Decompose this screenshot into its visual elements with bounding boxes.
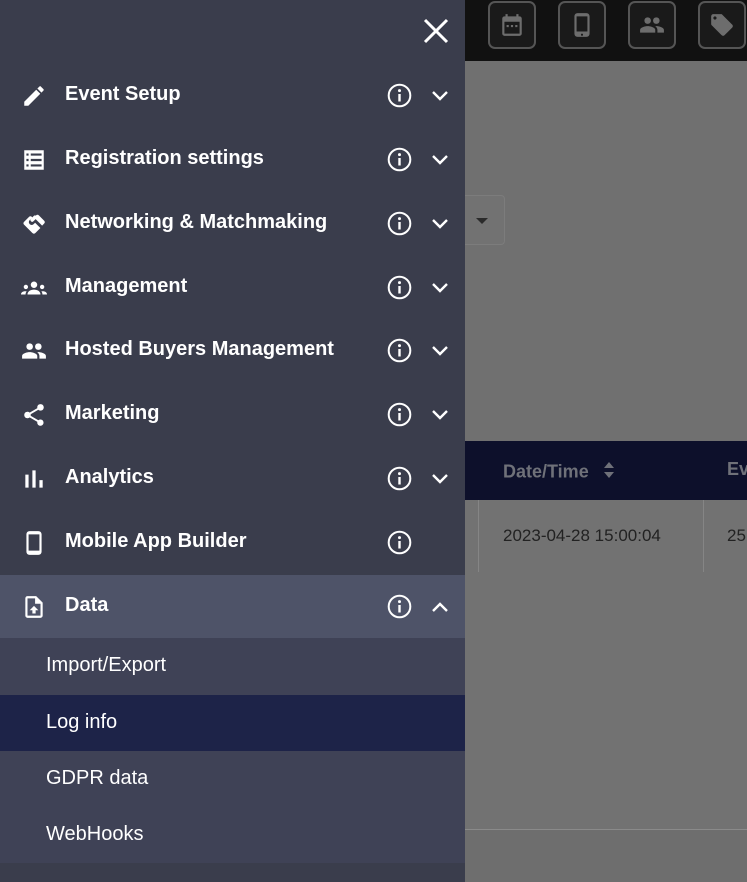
menu-item-networking-matchmaking[interactable]: Networking & Matchmaking — [0, 192, 465, 255]
submenu-item-label: WebHooks — [46, 823, 144, 845]
menu-item-label: Registration settings — [65, 147, 264, 169]
cell-datetime: 2023-04-28 15:00:04 — [503, 526, 661, 545]
menu-item-label: Marketing — [65, 402, 160, 424]
people-button[interactable] — [628, 1, 676, 49]
list-icon — [21, 147, 47, 173]
group-icon — [21, 275, 47, 301]
menu-item-data[interactable]: Data — [0, 575, 465, 638]
side-menu: Event Setup Registration settings Networ… — [0, 0, 465, 882]
menu-item-management[interactable]: Management — [0, 256, 465, 319]
tag-button[interactable] — [698, 1, 746, 49]
mobile-button[interactable] — [558, 1, 606, 49]
close-button[interactable] — [420, 15, 452, 47]
submenu-item-import-export[interactable]: Import/Export — [0, 638, 465, 694]
column-header-event[interactable]: Ev — [727, 459, 747, 480]
submenu-item-label: GDPR data — [46, 767, 149, 789]
content-panel — [465, 572, 747, 830]
chevron-down-icon[interactable] — [430, 470, 450, 488]
calendar-button[interactable] — [488, 1, 536, 49]
chevron-down-icon[interactable] — [430, 406, 450, 424]
chevron-down-icon[interactable] — [430, 215, 450, 233]
menu-item-label: Networking & Matchmaking — [65, 211, 328, 233]
info-icon[interactable] — [387, 275, 412, 300]
menu-item-mobile-app-builder[interactable]: Mobile App Builder — [0, 511, 465, 574]
info-icon[interactable] — [387, 530, 412, 555]
table-row[interactable]: 2023-04-28 15:00:04 25 — [465, 500, 747, 576]
mobile-icon — [574, 13, 590, 37]
pencil-icon — [21, 83, 47, 109]
sort-icon[interactable] — [602, 459, 616, 486]
column-header-datetime[interactable]: Date/Time — [503, 459, 616, 486]
footer — [465, 830, 747, 882]
menu-item-label: Hosted Buyers Management — [65, 338, 334, 360]
chevron-down-icon[interactable] — [430, 342, 450, 360]
cell-divider — [703, 500, 704, 572]
menu-item-event-setup[interactable]: Event Setup — [0, 64, 465, 127]
submenu-item-label: Log info — [46, 711, 118, 733]
menu-item-hosted-buyers-management[interactable]: Hosted Buyers Management — [0, 319, 465, 382]
chevron-down-icon[interactable] — [430, 151, 450, 169]
column-label: Date/Time — [503, 461, 589, 482]
info-icon[interactable] — [387, 466, 412, 491]
share-icon — [21, 402, 47, 428]
data-submenu: Import/Export Log info GDPR data WebHook… — [0, 638, 465, 863]
mobile-icon — [21, 530, 47, 556]
bar-chart-icon — [21, 466, 47, 492]
menu-item-label: Event Setup — [65, 83, 181, 105]
menu-item-label: Management — [65, 275, 188, 297]
info-icon[interactable] — [387, 338, 412, 363]
calendar-icon — [502, 14, 522, 36]
menu-item-registration-settings[interactable]: Registration settings — [0, 128, 465, 191]
cell-divider — [478, 500, 479, 572]
submenu-item-label: Import/Export — [46, 654, 167, 676]
menu-item-marketing[interactable]: Marketing — [0, 383, 465, 446]
people-icon — [640, 17, 664, 33]
table-header: Date/Time Ev — [465, 441, 747, 500]
info-icon[interactable] — [387, 211, 412, 236]
submenu-item-log-info[interactable]: Log info — [0, 695, 465, 751]
chevron-down-icon[interactable] — [430, 87, 450, 105]
chevron-down-icon[interactable] — [430, 279, 450, 297]
menu-item-label: Analytics — [65, 466, 154, 488]
submenu-item-webhooks[interactable]: WebHooks — [0, 807, 465, 863]
menu-item-label: Data — [65, 594, 109, 616]
people-icon — [21, 338, 47, 364]
file-upload-icon — [21, 594, 47, 620]
tag-icon — [711, 14, 733, 36]
close-icon — [423, 18, 449, 44]
info-icon[interactable] — [387, 83, 412, 108]
info-icon[interactable] — [387, 147, 412, 172]
handshake-icon — [21, 211, 47, 237]
caret-down-icon — [476, 218, 488, 224]
sidebar-footer — [0, 863, 465, 882]
chevron-up-icon[interactable] — [430, 598, 450, 616]
cell-event: 25 — [727, 526, 746, 545]
submenu-item-gdpr-data[interactable]: GDPR data — [0, 751, 465, 807]
menu-item-analytics[interactable]: Analytics — [0, 447, 465, 510]
info-icon[interactable] — [387, 402, 412, 427]
menu-item-label: Mobile App Builder — [65, 530, 247, 552]
info-icon[interactable] — [387, 594, 412, 619]
